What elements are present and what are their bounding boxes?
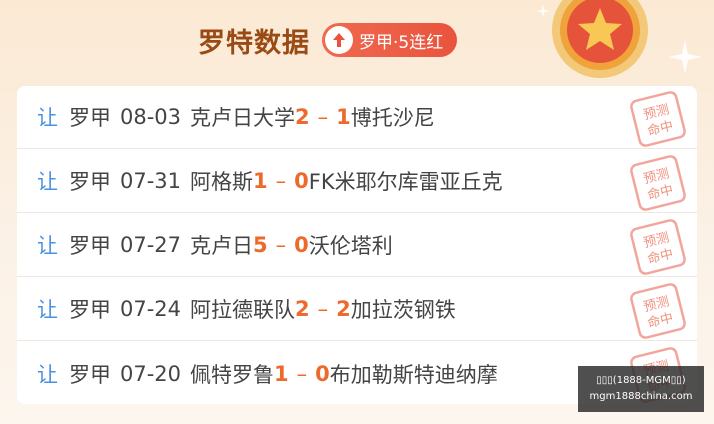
handicap-tag: 让 xyxy=(37,234,58,258)
match-date: 07-31 xyxy=(120,169,182,193)
home-team: 佩特罗鲁 xyxy=(190,362,275,387)
match-row[interactable]: 让 罗甲 07-27 克卢日 5–0 沃伦塔利 预测 命中 xyxy=(17,214,697,277)
score: 5–0 xyxy=(253,233,309,257)
home-team: 克卢日大学 xyxy=(190,106,296,130)
match-row[interactable]: 让 罗甲 07-24 阿拉德联队 2–2 加拉茨钢铁 预测 命中 xyxy=(17,278,697,341)
handicap-tag: 让 xyxy=(37,170,58,194)
handicap-tag: 让 xyxy=(37,106,58,130)
match-date: 07-27 xyxy=(120,233,182,257)
away-team: 布加勒斯特迪纳摩 xyxy=(329,362,498,387)
sparkle-icon xyxy=(668,40,702,74)
results-card: 让 罗甲 08-03 克卢日大学 2–1 博托沙尼 预测 命中 让 罗甲 07-… xyxy=(17,86,697,404)
league: 罗甲 xyxy=(69,362,111,387)
page-title: 罗特数据 xyxy=(198,27,310,59)
home-team: 阿格斯 xyxy=(190,170,254,194)
league: 罗甲 xyxy=(69,170,111,194)
sparkle-icon xyxy=(536,4,550,18)
watermark: ▯▯▯(1888-MGM▯▯) mgm1888china.com xyxy=(578,366,704,412)
streak-badge: 罗甲·5连红 xyxy=(322,23,458,57)
league: 罗甲 xyxy=(69,106,111,130)
handicap-tag: 让 xyxy=(37,362,58,387)
handicap-tag: 让 xyxy=(37,298,58,322)
away-team: 加拉茨钢铁 xyxy=(350,298,456,322)
prediction-hit-stamp-icon: 预测 命中 xyxy=(630,283,686,339)
home-team: 克卢日 xyxy=(190,234,254,258)
score: 2–1 xyxy=(295,105,351,129)
away-team: FK米耶尔库雷亚丘克 xyxy=(308,170,503,194)
watermark-line2: mgm1888china.com xyxy=(589,391,693,402)
score: 1–0 xyxy=(253,169,309,193)
header: 罗特数据 罗甲·5连红 xyxy=(0,0,714,84)
prediction-hit-stamp-icon: 预测 命中 xyxy=(630,155,686,211)
medal-icon xyxy=(552,0,648,78)
home-team: 阿拉德联队 xyxy=(190,298,296,322)
streak-label: 罗甲·5连红 xyxy=(359,32,444,53)
watermark-line1: ▯▯▯(1888-MGM▯▯) xyxy=(596,375,686,386)
up-arrow-icon xyxy=(325,26,353,54)
prediction-hit-stamp-icon: 预测 命中 xyxy=(630,219,686,275)
match-date: 08-03 xyxy=(120,105,182,129)
prediction-hit-stamp-icon: 预测 命中 xyxy=(630,91,686,147)
match-date: 07-20 xyxy=(120,361,182,386)
league: 罗甲 xyxy=(69,298,111,322)
league: 罗甲 xyxy=(69,234,111,258)
match-row[interactable]: 让 罗甲 08-03 克卢日大学 2–1 博托沙尼 预测 命中 xyxy=(17,86,697,149)
match-date: 07-24 xyxy=(120,297,182,321)
away-team: 博托沙尼 xyxy=(350,106,435,130)
score: 1–0 xyxy=(274,361,330,386)
match-row[interactable]: 让 罗甲 07-31 阿格斯 1–0 FK米耶尔库雷亚丘克 预测 命中 xyxy=(17,150,697,213)
title-group: 罗特数据 罗甲·5连红 xyxy=(198,20,458,60)
score: 2–2 xyxy=(295,297,351,321)
away-team: 沃伦塔利 xyxy=(308,234,393,258)
